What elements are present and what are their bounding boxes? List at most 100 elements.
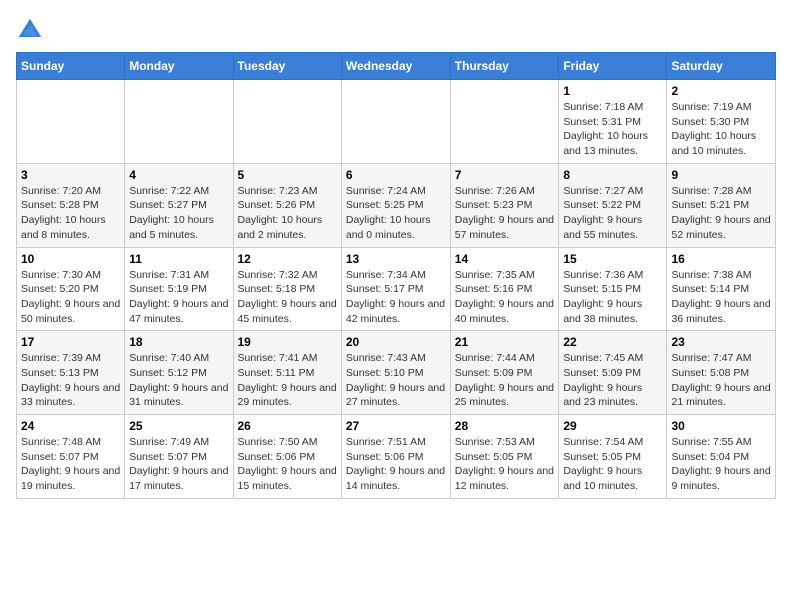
calendar-cell: 18 Sunrise: 7:40 AM Sunset: 5:12 PM Dayli… [125, 331, 233, 415]
weekday-header: Sunday [17, 53, 125, 80]
day-number: 27 [346, 419, 446, 433]
day-info: Sunrise: 7:18 AM Sunset: 5:31 PM Dayligh… [563, 100, 662, 159]
calendar-week-row: 17 Sunrise: 7:39 AM Sunset: 5:13 PM Dayli… [17, 331, 776, 415]
weekday-header: Saturday [667, 53, 776, 80]
day-number: 17 [21, 335, 120, 349]
calendar-cell [233, 80, 341, 164]
calendar-week-row: 10 Sunrise: 7:30 AM Sunset: 5:20 PM Dayli… [17, 247, 776, 331]
calendar-cell: 22 Sunrise: 7:45 AM Sunset: 5:09 PM Dayli… [559, 331, 667, 415]
day-info: Sunrise: 7:24 AM Sunset: 5:25 PM Dayligh… [346, 184, 446, 243]
calendar-table: SundayMondayTuesdayWednesdayThursdayFrid… [16, 52, 776, 499]
calendar-cell: 5 Sunrise: 7:23 AM Sunset: 5:26 PM Daylig… [233, 163, 341, 247]
calendar-cell: 29 Sunrise: 7:54 AM Sunset: 5:05 PM Dayli… [559, 415, 667, 499]
day-number: 23 [671, 335, 771, 349]
day-info: Sunrise: 7:19 AM Sunset: 5:30 PM Dayligh… [671, 100, 771, 159]
calendar-cell: 14 Sunrise: 7:35 AM Sunset: 5:16 PM Dayli… [450, 247, 559, 331]
day-number: 4 [129, 168, 228, 182]
day-number: 29 [563, 419, 662, 433]
day-info: Sunrise: 7:41 AM Sunset: 5:11 PM Dayligh… [238, 351, 337, 410]
day-info: Sunrise: 7:50 AM Sunset: 5:06 PM Dayligh… [238, 435, 337, 494]
calendar-cell: 3 Sunrise: 7:20 AM Sunset: 5:28 PM Daylig… [17, 163, 125, 247]
calendar-cell [17, 80, 125, 164]
day-info: Sunrise: 7:43 AM Sunset: 5:10 PM Dayligh… [346, 351, 446, 410]
day-info: Sunrise: 7:36 AM Sunset: 5:15 PM Dayligh… [563, 268, 662, 327]
day-number: 20 [346, 335, 446, 349]
weekday-header: Thursday [450, 53, 559, 80]
day-number: 14 [455, 252, 555, 266]
calendar-cell [341, 80, 450, 164]
calendar-cell: 2 Sunrise: 7:19 AM Sunset: 5:30 PM Daylig… [667, 80, 776, 164]
calendar-cell: 11 Sunrise: 7:31 AM Sunset: 5:19 PM Dayli… [125, 247, 233, 331]
calendar-cell [450, 80, 559, 164]
logo-icon [16, 16, 44, 44]
day-info: Sunrise: 7:44 AM Sunset: 5:09 PM Dayligh… [455, 351, 555, 410]
weekday-header: Tuesday [233, 53, 341, 80]
day-info: Sunrise: 7:32 AM Sunset: 5:18 PM Dayligh… [238, 268, 337, 327]
calendar-cell: 12 Sunrise: 7:32 AM Sunset: 5:18 PM Dayli… [233, 247, 341, 331]
day-number: 10 [21, 252, 120, 266]
day-number: 8 [563, 168, 662, 182]
day-number: 7 [455, 168, 555, 182]
day-number: 22 [563, 335, 662, 349]
weekday-header: Monday [125, 53, 233, 80]
day-info: Sunrise: 7:47 AM Sunset: 5:08 PM Dayligh… [671, 351, 771, 410]
day-number: 28 [455, 419, 555, 433]
calendar-cell: 9Sunrise: 7:28 AM Sunset: 5:21 PM Daylig… [667, 163, 776, 247]
calendar-week-row: 1 Sunrise: 7:18 AM Sunset: 5:31 PM Daylig… [17, 80, 776, 164]
day-info: Sunrise: 7:40 AM Sunset: 5:12 PM Dayligh… [129, 351, 228, 410]
day-info: Sunrise: 7:51 AM Sunset: 5:06 PM Dayligh… [346, 435, 446, 494]
calendar-cell: 23 Sunrise: 7:47 AM Sunset: 5:08 PM Dayli… [667, 331, 776, 415]
calendar-cell: 24 Sunrise: 7:48 AM Sunset: 5:07 PM Dayli… [17, 415, 125, 499]
calendar-cell: 8Sunrise: 7:27 AM Sunset: 5:22 PM Daylig… [559, 163, 667, 247]
day-number: 11 [129, 252, 228, 266]
day-info: Sunrise: 7:39 AM Sunset: 5:13 PM Dayligh… [21, 351, 120, 410]
day-number: 2 [671, 84, 771, 98]
calendar-body: 1 Sunrise: 7:18 AM Sunset: 5:31 PM Daylig… [17, 80, 776, 499]
day-number: 6 [346, 168, 446, 182]
day-info: Sunrise: 7:54 AM Sunset: 5:05 PM Dayligh… [563, 435, 662, 494]
calendar-cell: 7Sunrise: 7:26 AM Sunset: 5:23 PM Daylig… [450, 163, 559, 247]
day-number: 19 [238, 335, 337, 349]
calendar-cell: 27 Sunrise: 7:51 AM Sunset: 5:06 PM Dayli… [341, 415, 450, 499]
day-info: Sunrise: 7:35 AM Sunset: 5:16 PM Dayligh… [455, 268, 555, 327]
calendar-cell: 17 Sunrise: 7:39 AM Sunset: 5:13 PM Dayli… [17, 331, 125, 415]
calendar-cell: 4 Sunrise: 7:22 AM Sunset: 5:27 PM Daylig… [125, 163, 233, 247]
day-number: 18 [129, 335, 228, 349]
day-number: 9 [671, 168, 771, 182]
calendar-cell [125, 80, 233, 164]
calendar-week-row: 24 Sunrise: 7:48 AM Sunset: 5:07 PM Dayli… [17, 415, 776, 499]
day-number: 3 [21, 168, 120, 182]
day-number: 30 [671, 419, 771, 433]
calendar-cell: 13Sunrise: 7:34 AM Sunset: 5:17 PM Dayli… [341, 247, 450, 331]
day-info: Sunrise: 7:20 AM Sunset: 5:28 PM Dayligh… [21, 184, 120, 243]
day-info: Sunrise: 7:22 AM Sunset: 5:27 PM Dayligh… [129, 184, 228, 243]
day-number: 26 [238, 419, 337, 433]
calendar-cell: 6 Sunrise: 7:24 AM Sunset: 5:25 PM Daylig… [341, 163, 450, 247]
day-info: Sunrise: 7:30 AM Sunset: 5:20 PM Dayligh… [21, 268, 120, 327]
day-number: 16 [671, 252, 771, 266]
day-number: 24 [21, 419, 120, 433]
calendar-cell: 26 Sunrise: 7:50 AM Sunset: 5:06 PM Dayli… [233, 415, 341, 499]
calendar-cell: 16Sunrise: 7:38 AM Sunset: 5:14 PM Dayli… [667, 247, 776, 331]
day-number: 13 [346, 252, 446, 266]
calendar-cell: 28 Sunrise: 7:53 AM Sunset: 5:05 PM Dayli… [450, 415, 559, 499]
page-header [16, 16, 776, 44]
day-info: Sunrise: 7:48 AM Sunset: 5:07 PM Dayligh… [21, 435, 120, 494]
calendar-week-row: 3 Sunrise: 7:20 AM Sunset: 5:28 PM Daylig… [17, 163, 776, 247]
calendar-cell: 20 Sunrise: 7:43 AM Sunset: 5:10 PM Dayli… [341, 331, 450, 415]
day-number: 1 [563, 84, 662, 98]
weekday-header: Wednesday [341, 53, 450, 80]
calendar-cell: 21 Sunrise: 7:44 AM Sunset: 5:09 PM Dayli… [450, 331, 559, 415]
day-number: 21 [455, 335, 555, 349]
day-info: Sunrise: 7:45 AM Sunset: 5:09 PM Dayligh… [563, 351, 662, 410]
day-number: 5 [238, 168, 337, 182]
day-info: Sunrise: 7:53 AM Sunset: 5:05 PM Dayligh… [455, 435, 555, 494]
day-info: Sunrise: 7:23 AM Sunset: 5:26 PM Dayligh… [238, 184, 337, 243]
calendar-cell: 30Sunrise: 7:55 AM Sunset: 5:04 PM Dayli… [667, 415, 776, 499]
day-number: 12 [238, 252, 337, 266]
day-info: Sunrise: 7:49 AM Sunset: 5:07 PM Dayligh… [129, 435, 228, 494]
day-number: 25 [129, 419, 228, 433]
day-info: Sunrise: 7:31 AM Sunset: 5:19 PM Dayligh… [129, 268, 228, 327]
calendar-cell: 25 Sunrise: 7:49 AM Sunset: 5:07 PM Dayli… [125, 415, 233, 499]
weekday-header: Friday [559, 53, 667, 80]
